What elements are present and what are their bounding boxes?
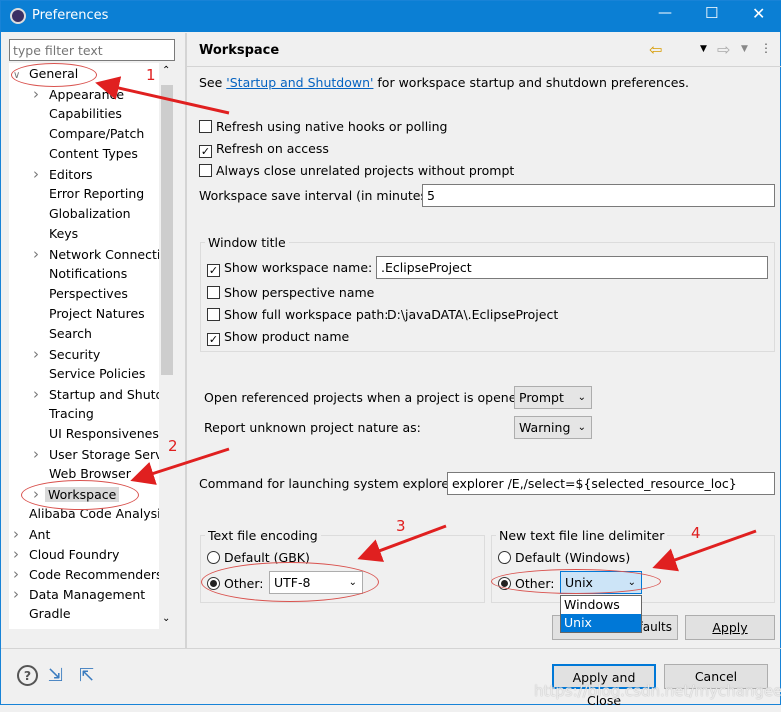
- annotation-arrow-4: [652, 529, 757, 572]
- annotation-arrows: [95, 76, 757, 572]
- annotation-arrow-1: [95, 76, 230, 115]
- annotation-arrow-2: [130, 447, 230, 485]
- annotation-arrow-3: [357, 524, 447, 562]
- preferences-window: Preferences — ☐ ✕ ∨General›AppearanceCap…: [0, 0, 781, 708]
